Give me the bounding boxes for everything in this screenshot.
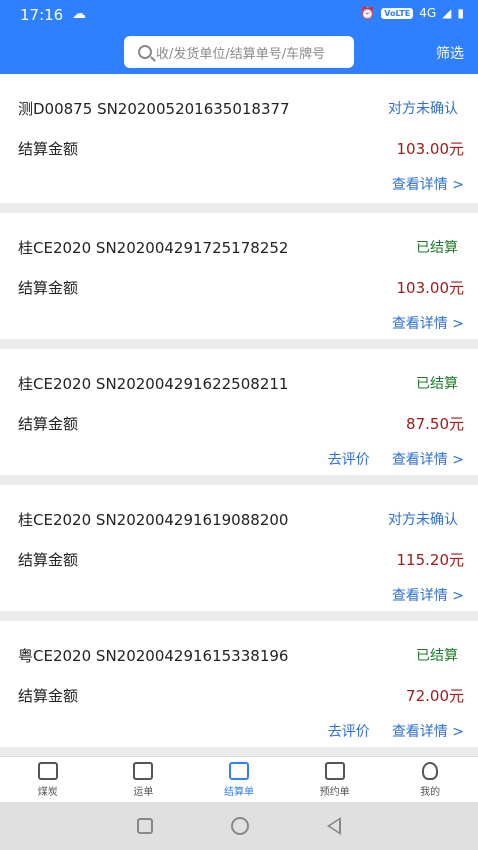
amount-value: 72.00元 [406,687,464,705]
view-details-button[interactable]: 查看详情 > [392,585,464,605]
settlement-icon [228,761,249,780]
amount-label: 结算金额 [18,551,79,569]
signal-icon: ◢ [442,6,452,20]
order-number: 粤CE2020 SN202004291615338196 [18,645,288,666]
card-actions: 查看详情 > [392,585,464,605]
card-actions: 查看详情 > [392,174,464,194]
alarm-icon: ⏰ [360,6,376,20]
top-bar: 收/发货单位/结算单号/车牌号 筛选 [0,30,478,74]
vehicle-plate: 粤CE2020 [18,647,92,665]
settlement-card[interactable]: 粤CE2020 SN202004291615338196 已结算结算金额 72.00… [0,621,478,747]
card-actions: 查看详情 > [392,313,464,333]
settlement-card[interactable]: 桂CE2020 SN202004291622508211 已结算结算金额 87.50… [0,349,478,475]
system-nav-bar [0,802,478,850]
reservation-icon [324,761,345,780]
status-badge: 已结算 [416,376,458,392]
amount-value: 87.50元 [406,415,464,433]
vehicle-plate: 桂CE2020 [18,511,92,529]
tab-label: 运单 [133,786,154,798]
bottom-tab-bar: 煤炭 运单 结算单 预约单 我的 [0,756,478,802]
tab-label: 结算单 [223,786,254,798]
order-number: 桂CE2020 SN202004291619088200 [18,509,288,530]
truck-icon [37,761,58,780]
amount-label: 结算金额 [18,279,79,297]
amount-value: 103.00元 [396,279,465,297]
rate-button[interactable]: 去评价 [328,449,370,469]
card-actions: 去评价 查看详情 > [328,721,464,741]
tab-label: 煤炭 [37,786,58,798]
card-actions: 去评价 查看详情 > [328,449,464,469]
view-details-button[interactable]: 查看详情 > [392,449,464,469]
status-badge: 对方未确认 [388,101,458,117]
volte-badge: VoLTE [381,7,414,19]
tab-truck[interactable]: 煤炭 [0,757,96,802]
settlement-number: SN202004291615338196 [95,647,289,665]
settlement-number: SN202004291622508211 [95,375,289,393]
tab-user[interactable]: 我的 [382,757,478,802]
order-number: 桂CE2020 SN202004291622508211 [18,373,288,394]
battery-icon: ▮ [457,6,464,20]
rate-button[interactable]: 去评价 [328,721,370,741]
amount-label: 结算金额 [18,687,79,705]
status-badge: 已结算 [416,648,458,664]
order-number: 桂CE2020 SN202004291725178252 [18,237,288,258]
settlement-number: SN202004291725178252 [95,239,289,257]
status-time: 17:16 [20,6,64,24]
home-button[interactable] [231,817,249,835]
status-badge: 已结算 [416,240,458,256]
filter-button[interactable]: 筛选 [436,43,464,63]
vehicle-plate: 桂CE2020 [18,375,92,393]
search-input[interactable]: 收/发货单位/结算单号/车牌号 [124,36,354,68]
network-type: 4G [419,6,437,20]
settlement-card[interactable]: 测D00875 SN202005201635018377 对方未确认结算金额 103… [0,74,478,203]
tab-label: 预约单 [319,786,350,798]
amount-value: 103.00元 [396,140,465,158]
tab-label: 我的 [420,786,441,798]
order-number: 测D00875 SN202005201635018377 [18,98,290,119]
tab-settlement[interactable]: 结算单 [191,757,287,802]
status-bar: 17:16 ☁ ⏰ VoLTE 4G ◢ ▮ [0,0,478,30]
recent-apps-button[interactable] [137,818,153,834]
view-details-button[interactable]: 查看详情 > [392,313,464,333]
app-notification-icon: ☁ [72,6,86,22]
search-icon [138,45,152,59]
status-badge: 对方未确认 [388,512,458,528]
view-details-button[interactable]: 查看详情 > [392,174,464,194]
amount-value: 115.20元 [396,551,465,569]
view-details-button[interactable]: 查看详情 > [392,721,464,741]
settlement-list[interactable]: 测D00875 SN202005201635018377 对方未确认 结算金额 103… [0,74,478,756]
amount-label: 结算金额 [18,140,79,158]
settlement-card[interactable]: 桂CE2020 SN202004291619088200 对方未确认结算金额 115… [0,485,478,611]
back-button[interactable] [327,817,341,835]
user-icon [422,761,439,780]
settlement-card[interactable]: 桂CE2020 SN202004291725178252 已结算结算金额 103.0… [0,213,478,339]
settlement-number: SN202004291619088200 [95,511,289,529]
settlement-number: SN202005201635018377 [97,100,290,118]
search-placeholder: 收/发货单位/结算单号/车牌号 [156,46,326,62]
tab-waybill[interactable]: 运单 [96,757,192,802]
status-indicators: ⏰ VoLTE 4G ◢ ▮ [360,6,464,20]
vehicle-plate: 桂CE2020 [18,239,92,257]
waybill-icon [133,761,154,780]
vehicle-plate: 测D00875 [18,100,93,118]
amount-label: 结算金额 [18,415,79,433]
tab-reservation[interactable]: 预约单 [287,757,383,802]
